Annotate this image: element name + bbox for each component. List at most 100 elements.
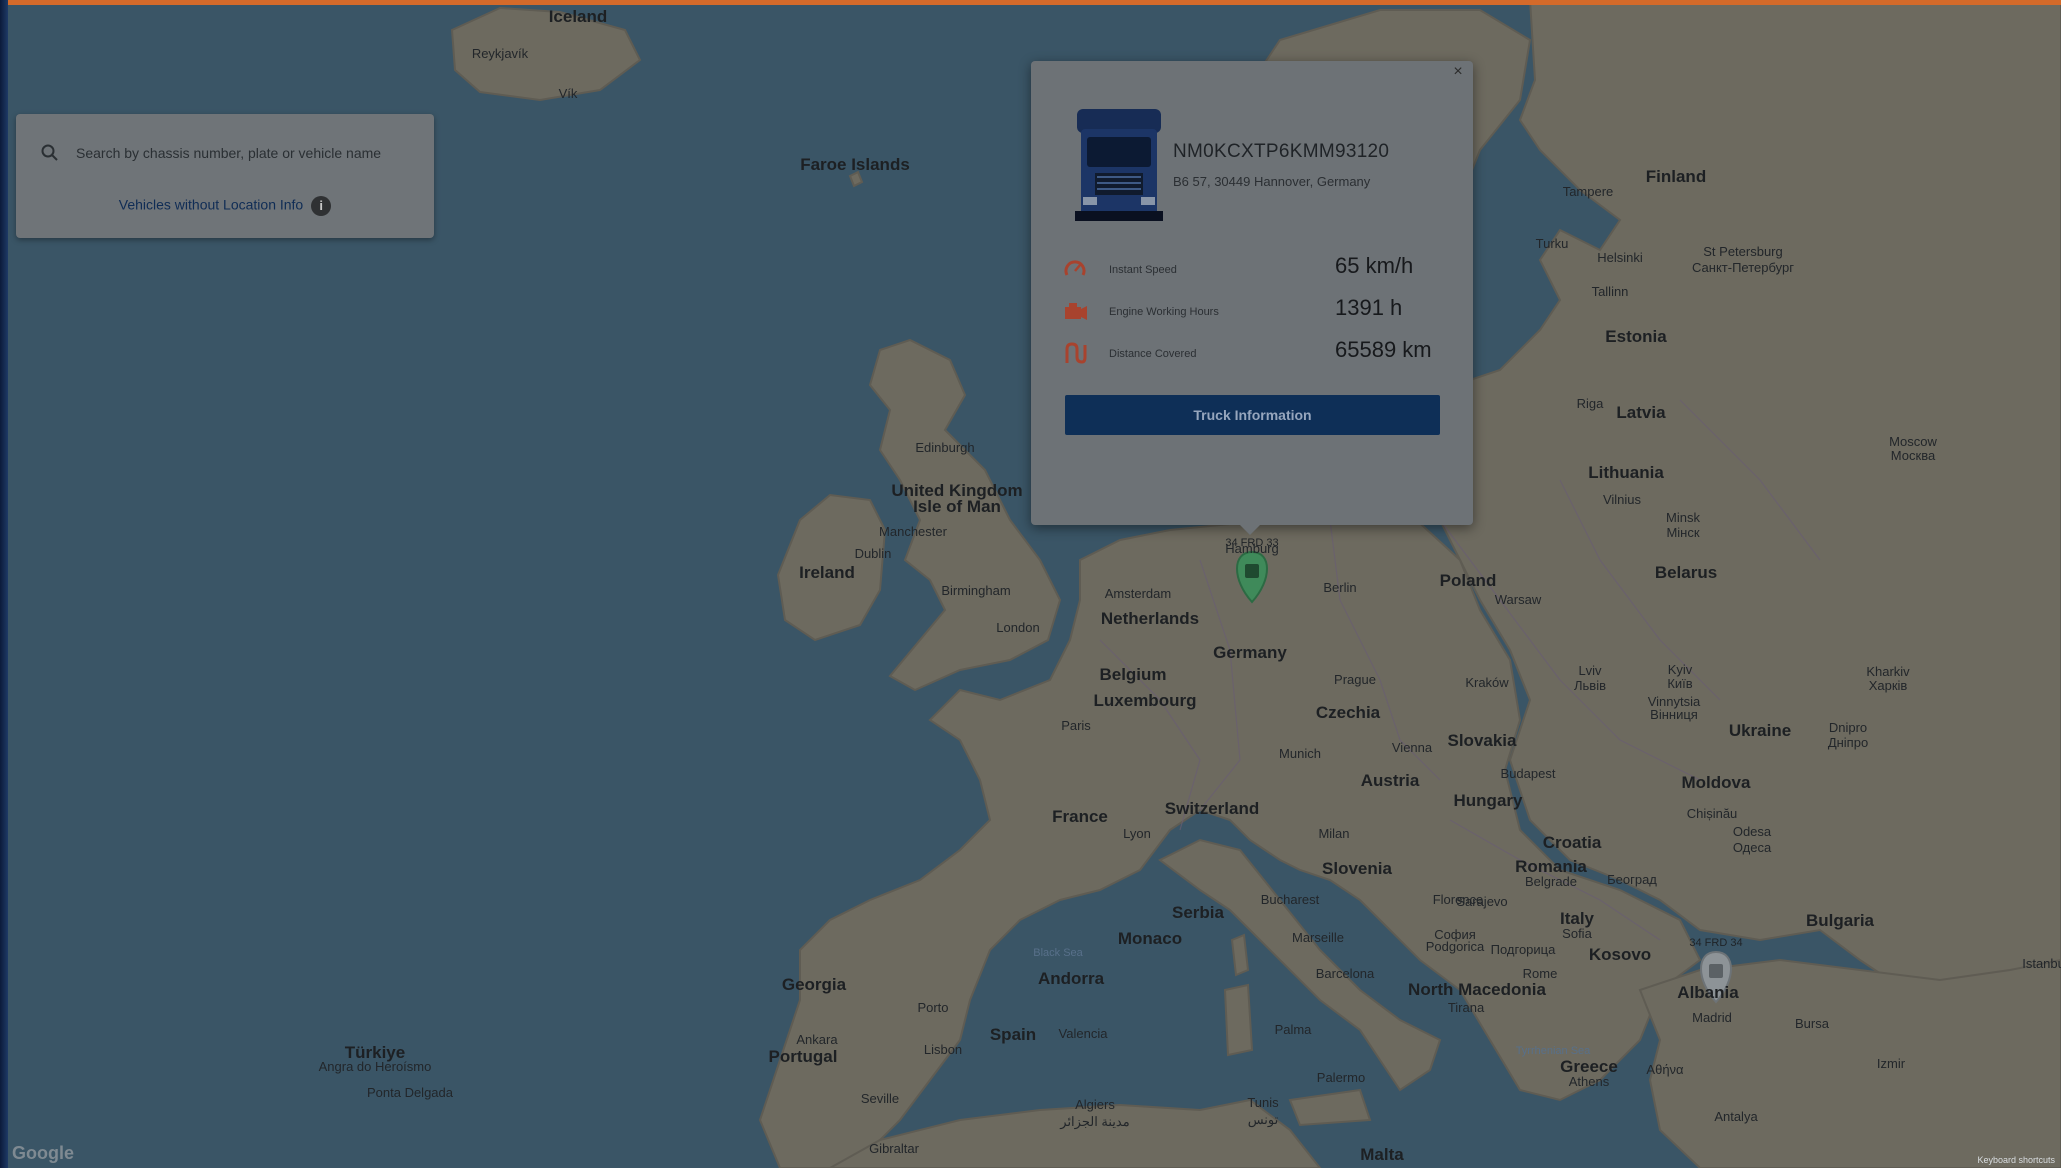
map-label-city: Kraków [1465, 675, 1509, 690]
map-label-country: Switzerland [1165, 799, 1259, 818]
map-label-city: Edinburgh [915, 440, 974, 455]
map-label-city: Chișinău [1687, 806, 1738, 821]
left-edge-strip [0, 0, 8, 1168]
map-label-country: Austria [1361, 771, 1420, 790]
map-label-city: Odesa [1733, 824, 1772, 839]
map-label-city: Palma [1275, 1022, 1313, 1037]
map-label-city: Одеса [1733, 840, 1772, 855]
map-label-city: Vienna [1392, 740, 1433, 755]
map-label-city: Birmingham [941, 583, 1010, 598]
map-label-city: Харків [1869, 678, 1908, 693]
map-label-country: Faroe Islands [800, 155, 910, 174]
map-label-country: Albania [1677, 983, 1739, 1002]
map-label-city: Porto [917, 1000, 948, 1015]
map-label-city: Valencia [1059, 1026, 1109, 1041]
map-label-country: Luxembourg [1094, 691, 1197, 710]
map-label-city: Dublin [855, 546, 892, 561]
map-label-city: Budapest [1501, 766, 1556, 781]
map-label-city: Sarajevo [1456, 894, 1507, 909]
map-label-country: Lithuania [1588, 463, 1664, 482]
stat-engine-hours: Engine Working Hours 1391 h [1063, 295, 1443, 327]
map-label-city: Tunis [1247, 1095, 1279, 1110]
map-label-city: Gibraltar [869, 1141, 920, 1156]
map-label-city: Marseille [1292, 930, 1344, 945]
truck-icon [1245, 564, 1259, 578]
map-label-city: Sofia [1562, 926, 1592, 941]
map-label-city: Antalya [1714, 1109, 1758, 1124]
map-label-country: Hungary [1454, 791, 1524, 810]
map-label-city: Дніпро [1828, 735, 1868, 750]
map-label-country: Latvia [1616, 403, 1666, 422]
map-label-country: Ireland [799, 563, 855, 582]
map-label-country: Estonia [1605, 327, 1667, 346]
map-label-city: Bucharest [1261, 892, 1320, 907]
map-label-city: Москва [1891, 448, 1936, 463]
map-label-country: Moldova [1682, 773, 1751, 792]
map-label-city: Kharkiv [1866, 664, 1910, 679]
search-input[interactable] [74, 144, 418, 162]
map-label-country: Bulgaria [1806, 911, 1875, 930]
map-label-country: Iceland [549, 7, 608, 26]
map-label-city: Madrid [1692, 1010, 1732, 1025]
map-label-city: تونس [1248, 1112, 1279, 1128]
map-label-city: Dnipro [1829, 720, 1867, 735]
map-label-country: Belarus [1655, 563, 1717, 582]
map-label-city: Bursa [1795, 1016, 1830, 1031]
map-label-city: Riga [1577, 396, 1605, 411]
top-accent-bar [0, 0, 2061, 5]
info-icon[interactable]: i [311, 196, 332, 216]
map-label-city: Prague [1334, 672, 1376, 687]
map-label-city: Algiers [1075, 1097, 1115, 1112]
map-label-city: Ankara [796, 1032, 838, 1047]
map-label-country: Poland [1440, 571, 1497, 590]
map-label-city: Tallinn [1592, 284, 1629, 299]
map-label-country: Isle of Man [913, 497, 1001, 516]
map-label-city: Izmir [1877, 1056, 1906, 1071]
map-label-city: Vilnius [1603, 492, 1642, 507]
map-label-city: Athens [1569, 1074, 1610, 1089]
map-label-country: Ukraine [1729, 721, 1791, 740]
close-icon[interactable]: × [1449, 63, 1467, 81]
map-label-city: Lisbon [924, 1042, 962, 1057]
vehicle-vin: NM0KCXTP6KMM93120 [1173, 141, 1390, 162]
stat-label: Distance Covered [1109, 348, 1197, 360]
land-corsica [1230, 933, 1250, 977]
map-label-country: North Macedonia [1408, 980, 1546, 999]
map-label-city: Turku [1536, 236, 1569, 251]
map-label-city: Paris [1061, 718, 1091, 733]
vehicles-without-location-link[interactable]: Vehicles without Location Info i [16, 196, 434, 216]
map-label-country: Czechia [1316, 703, 1381, 722]
map-label-city: Београд [1607, 872, 1657, 887]
truck-icon [1709, 964, 1723, 978]
map-label-city: Lyon [1123, 826, 1151, 841]
vehicles-without-location-label: Vehicles without Location Info [118, 196, 304, 213]
vehicle-plate-label: 34 FRD 34 [1689, 937, 1742, 949]
map-label-country: Belgium [1099, 665, 1166, 684]
map-label-city: Belgrade [1525, 874, 1577, 889]
map-label-country: Finland [1646, 167, 1706, 186]
map-label-city: Tirana [1448, 1000, 1485, 1015]
map-label-city: Seville [861, 1091, 899, 1106]
map-label-country: Slovenia [1322, 859, 1392, 878]
map-label-city: Вінниця [1650, 707, 1698, 722]
map-label-city: Moscow [1889, 434, 1937, 449]
map-label-city: Manchester [879, 524, 948, 539]
map-label-city: Warsaw [1495, 592, 1542, 607]
map-label-country: Netherlands [1101, 609, 1199, 628]
search-row [40, 138, 418, 168]
map-label-city: Minsk [1666, 510, 1700, 525]
map-label-city: Rome [1523, 966, 1558, 981]
keyboard-shortcuts-link[interactable]: Keyboard shortcuts [1977, 1155, 2055, 1165]
map-label-city: Санкт-Петербург [1692, 260, 1794, 275]
route-icon [1065, 342, 1087, 364]
popup-pointer [1240, 525, 1260, 535]
map-label-country: Portugal [769, 1047, 838, 1066]
vehicle-plate-label: 34 FRD 33 [1225, 537, 1278, 549]
vehicle-address: B6 57, 30449 Hannover, Germany [1173, 174, 1371, 189]
stat-value: 65 km/h [1335, 253, 1414, 278]
truck-information-button[interactable]: Truck Information [1065, 395, 1440, 435]
google-logo: Google [12, 1143, 74, 1163]
map-label-city: Amsterdam [1105, 586, 1171, 601]
map-label-city: Vík [559, 86, 578, 101]
stat-instant-speed: Instant Speed 65 km/h [1063, 253, 1443, 285]
